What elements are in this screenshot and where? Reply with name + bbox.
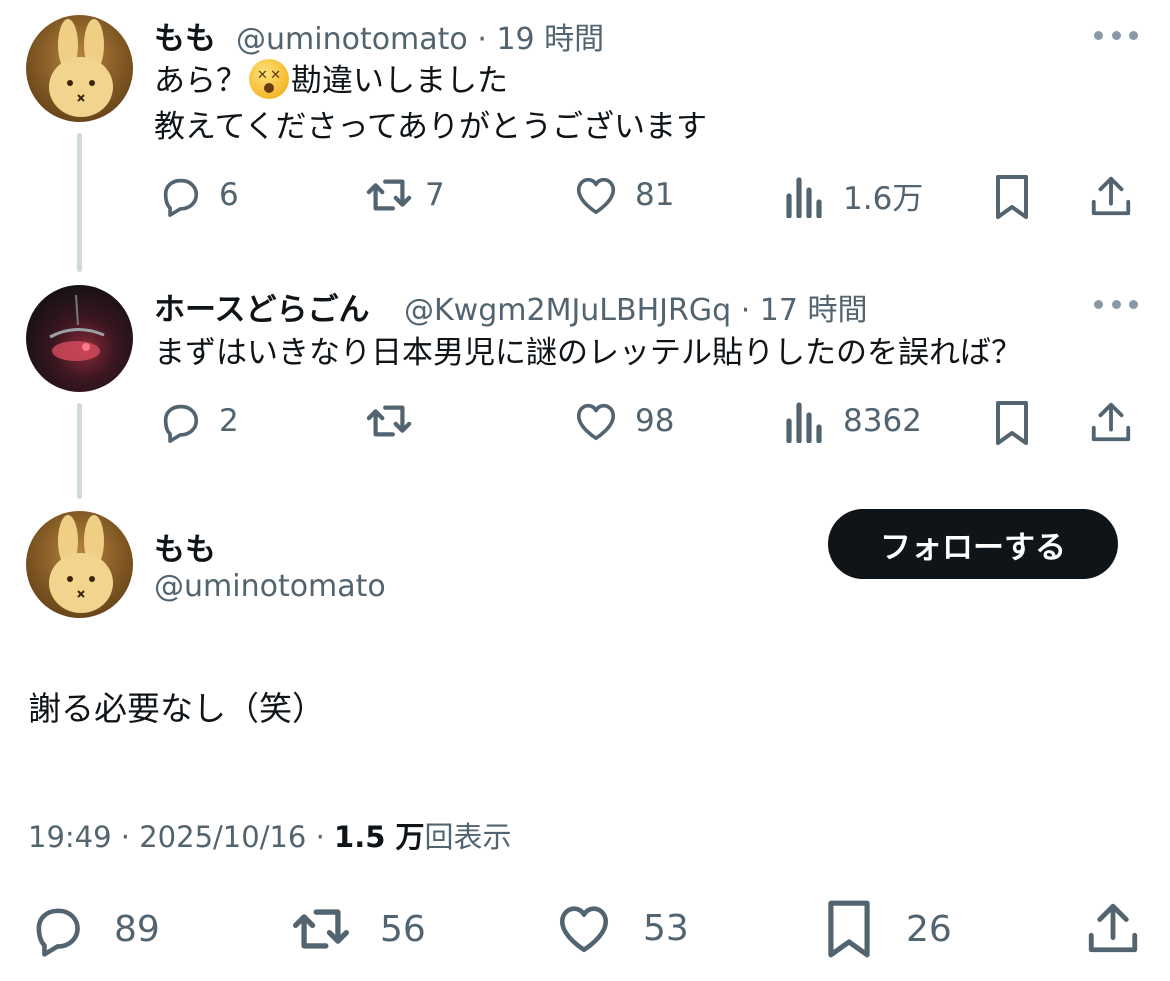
author-meta: @Kwgm2MJuLBHJRGq · 17 時間 — [404, 285, 868, 329]
text-segment: あら？ — [154, 63, 247, 99]
dizzy-face-emoji: ✕ ✕ — [249, 59, 289, 99]
author-meta: @uminotomato · 19 時間 — [236, 14, 604, 58]
share-icon — [1091, 402, 1131, 442]
reply-count: 89 — [114, 908, 160, 950]
share-icon — [1091, 176, 1131, 216]
like-button[interactable]: 81 — [573, 173, 674, 217]
bookmark-icon — [996, 401, 1028, 445]
repost-icon — [366, 405, 412, 437]
post-text: 謝る必要なし（笑） — [28, 689, 325, 728]
post-text: あら？ ✕ ✕ 勘違いしました 教えてくださってありがとうございます — [154, 58, 707, 150]
reply-count: 2 — [219, 403, 239, 439]
reply-icon — [163, 178, 199, 217]
view-count: 1.6万 — [843, 181, 924, 217]
views-button[interactable]: 1.6万 — [785, 173, 923, 218]
author-name[interactable]: もも — [154, 13, 216, 58]
reply-icon — [163, 404, 199, 443]
reply-button[interactable]: 2 — [157, 398, 239, 444]
reply-icon — [36, 908, 80, 957]
repost-count: 7 — [425, 177, 445, 213]
repost-button[interactable] — [363, 398, 415, 444]
thread-line — [77, 133, 82, 272]
bookmark-button[interactable] — [992, 399, 1032, 447]
view-count: 8362 — [843, 403, 922, 439]
like-count: 81 — [635, 177, 675, 213]
meta-separator: · — [477, 22, 487, 57]
bookmark-button[interactable] — [992, 173, 1032, 221]
bookmark-icon — [828, 900, 870, 958]
post-meta: 19:49 · 2025/10/16 · 1.5 万回表示 — [28, 814, 512, 856]
repost-icon — [366, 179, 412, 211]
author-name[interactable]: もも — [154, 524, 216, 569]
thread-line — [77, 403, 82, 499]
repost-count: 56 — [380, 908, 426, 950]
bookmark-count: 26 — [906, 908, 952, 950]
share-button[interactable] — [1088, 173, 1134, 219]
post-time[interactable]: 17 時間 — [760, 293, 868, 328]
view-suffix: 回表示 — [424, 820, 512, 854]
repost-button[interactable]: 7 — [363, 172, 445, 218]
reply-button[interactable]: 6 — [157, 172, 239, 218]
heart-icon — [576, 177, 616, 215]
post-timestamp[interactable]: 19:49 · 2025/10/16 · — [28, 820, 325, 854]
share-button[interactable] — [1088, 399, 1134, 445]
author-handle[interactable]: @uminotomato — [236, 22, 468, 57]
like-count: 53 — [643, 907, 689, 949]
bookmark-button[interactable]: 26 — [822, 898, 952, 960]
bookmark-icon — [996, 175, 1028, 219]
post-time[interactable]: 19 時間 — [496, 22, 604, 57]
heart-icon — [559, 906, 609, 953]
views-button[interactable]: 8362 — [785, 399, 922, 443]
post-text: まずはいきなり日本男児に謎のレッテル貼りしたのを誤れば？ — [154, 335, 1022, 371]
share-icon — [1088, 903, 1138, 953]
share-button[interactable] — [1084, 899, 1142, 957]
like-count: 98 — [635, 403, 675, 439]
avatar-dragon[interactable] — [26, 285, 133, 392]
more-icon[interactable] — [1094, 29, 1138, 41]
repost-button[interactable]: 56 — [288, 900, 426, 958]
reply-count: 6 — [219, 177, 239, 213]
follow-button[interactable]: フォローする — [828, 509, 1118, 579]
repost-icon — [292, 909, 350, 949]
avatar-miffy[interactable] — [26, 15, 133, 122]
text-segment: 勘違いしました — [291, 63, 508, 99]
more-icon[interactable] — [1094, 298, 1138, 310]
meta-separator: · — [740, 293, 751, 328]
author-name[interactable]: ホースどらごん — [154, 284, 369, 329]
author-handle[interactable]: @Kwgm2MJuLBHJRGq — [404, 293, 731, 328]
analytics-icon — [786, 176, 822, 218]
like-button[interactable]: 98 — [573, 399, 674, 443]
like-button[interactable]: 53 — [555, 901, 689, 955]
author-handle[interactable]: @uminotomato — [154, 569, 386, 604]
text-line: 教えてくださってありがとうございます — [154, 109, 708, 145]
avatar-miffy[interactable] — [26, 511, 133, 618]
analytics-icon — [786, 402, 822, 443]
view-count: 1.5 万 — [334, 820, 425, 854]
heart-icon — [576, 403, 616, 441]
reply-button[interactable]: 89 — [28, 900, 160, 958]
